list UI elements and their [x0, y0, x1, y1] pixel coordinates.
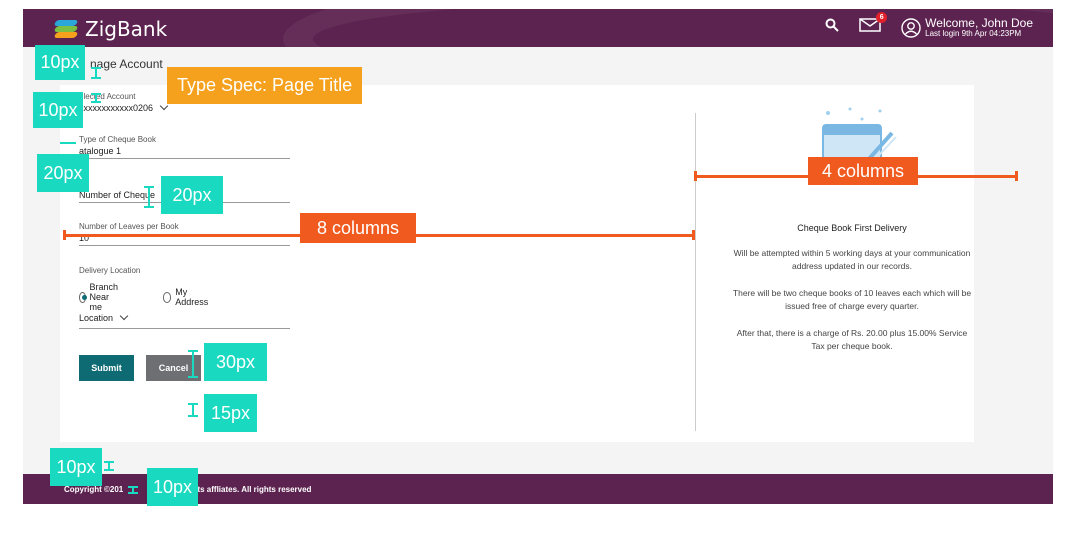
- column-divider: [695, 113, 696, 431]
- leaves-label: Number of Leaves per Book: [79, 222, 179, 231]
- annotation-4-columns: 4 columns: [808, 157, 918, 185]
- spacing-marker: [104, 461, 114, 471]
- spacing-marker: [60, 142, 76, 144]
- annotation-8-columns: 8 columns: [300, 213, 416, 243]
- user-menu[interactable]: Welcome, John Doe Last login 9th Apr 04:…: [901, 17, 1033, 38]
- annotation-20px-left: 20px: [37, 154, 89, 192]
- radio-branch-label: Branch Near me: [89, 282, 119, 312]
- copyright-left: Copyright ©201: [64, 485, 124, 494]
- selected-account-value: xxxxxxxxxxxx0206: [79, 103, 154, 113]
- guide-cap: [63, 230, 66, 240]
- radio-branch[interactable]: Branch Near me: [79, 282, 123, 312]
- guide-cap: [694, 171, 697, 181]
- annotation-10px-account: 10px: [33, 92, 83, 128]
- location-label: Location: [79, 313, 114, 323]
- delivery-radio-group: Branch Near me My Address: [79, 282, 211, 312]
- annotation-10px-footer-1: 10px: [50, 448, 102, 486]
- annotation-10px-title: 10px: [35, 45, 85, 80]
- mail-count-badge: 6: [876, 12, 888, 23]
- submit-button[interactable]: Submit: [79, 355, 134, 381]
- brand-logo[interactable]: ZigBank: [53, 17, 168, 41]
- delivery-location-heading: Delivery Location: [79, 266, 290, 275]
- info-paragraph-1: Will be attempted within 5 working days …: [733, 248, 971, 271]
- spacing-marker: [188, 350, 198, 378]
- location-select[interactable]: Location: [79, 311, 290, 329]
- selected-account-row: xxxxxxxxxxxx0206: [79, 101, 290, 113]
- annotation-30px: 30px: [204, 343, 267, 381]
- annotation-20px-field: 20px: [161, 176, 223, 214]
- radio-address-label: My Address: [175, 287, 209, 307]
- cheque-type-label: Type of Cheque Book: [79, 135, 156, 144]
- top-header: ZigBank 6 Welcome, John Doe Last login 9…: [23, 9, 1053, 47]
- copyright-right: its affliates. All rights reserved: [195, 485, 312, 494]
- guide-cap: [692, 230, 695, 240]
- guide-cap: [1015, 171, 1018, 181]
- radio-address[interactable]: My Address: [162, 282, 211, 312]
- annotation-page-title-spec: Type Spec: Page Title: [167, 67, 363, 104]
- info-title: Cheque Book First Delivery: [797, 223, 907, 233]
- header-actions: 6 Welcome, John Doe Last login 9th Apr 0…: [825, 12, 1033, 38]
- spacing-marker: [128, 486, 138, 494]
- brand-name: ZigBank: [85, 17, 168, 41]
- spacing-marker: [91, 67, 101, 79]
- cheque-info-panel: Cheque Book First Delivery Will be attem…: [732, 223, 972, 367]
- welcome-text: Welcome, John Doe: [925, 16, 1033, 30]
- content-card: elected Account xxxxxxxxxxxx0206 Type of…: [60, 85, 974, 442]
- mail-button[interactable]: 6: [859, 12, 888, 37]
- search-icon: [825, 18, 839, 32]
- info-paragraph-2: There will be two cheque books of 10 lea…: [732, 288, 972, 311]
- annotation-10px-footer-2: 10px: [147, 468, 198, 506]
- radio-selected-icon: [79, 291, 87, 303]
- annotation-15px: 15px: [204, 394, 257, 432]
- cheque-type-value: atalogue 1: [79, 146, 290, 159]
- spacing-marker: [144, 186, 154, 208]
- last-login-text: Last login 9th Apr 04:23PM: [925, 29, 1022, 38]
- delivery-location-label: Delivery Location: [79, 266, 141, 275]
- cheque-type-field[interactable]: Type of Cheque Book atalogue 1: [79, 135, 290, 159]
- search-button[interactable]: [825, 18, 839, 37]
- spacing-marker: [91, 93, 101, 103]
- user-info: Welcome, John Doe Last login 9th Apr 04:…: [925, 17, 1033, 38]
- zigbank-logo-icon: [53, 19, 81, 39]
- radio-unselected-icon: [162, 291, 172, 303]
- location-row: Location: [79, 311, 290, 329]
- info-paragraph-3: After that, there is a charge of Rs. 20.…: [736, 328, 968, 351]
- chevron-down-icon: [119, 311, 129, 321]
- spacing-marker: [188, 403, 198, 417]
- user-icon: [901, 17, 921, 38]
